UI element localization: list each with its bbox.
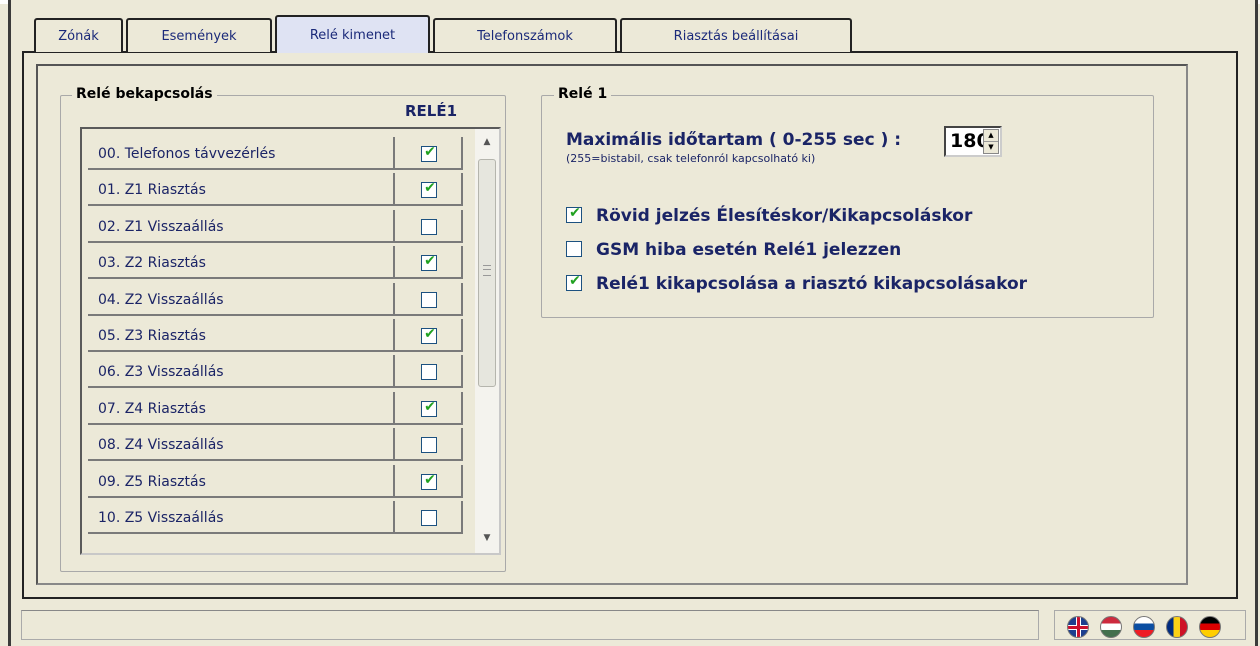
germany-flag-icon[interactable] — [1199, 616, 1221, 638]
relay1-checkbox[interactable]: ✔ — [421, 326, 437, 344]
relay1-cell: ✔ — [395, 319, 463, 352]
list-row: 10. Z5 Visszaállás — [88, 501, 463, 534]
romania-flag-icon[interactable] — [1166, 616, 1188, 638]
relay1-settings-group-title: Relé 1 — [554, 86, 612, 102]
list-row-label: 03. Z2 Riasztás — [88, 246, 395, 280]
checkbox[interactable]: ✔ — [566, 273, 582, 291]
relay1-cell: ✔ — [395, 246, 463, 280]
relay1-checkbox[interactable]: ✔ — [421, 253, 437, 272]
check-icon: ✔ — [424, 471, 436, 488]
relay1-checkbox[interactable] — [421, 510, 437, 526]
list-row-label: 05. Z3 Riasztás — [88, 319, 395, 352]
relay1-cell — [395, 282, 463, 316]
status-bar — [21, 610, 1039, 640]
relay1-cell — [395, 209, 463, 243]
list-row: 00. Telefonos távvezérlés ✔ — [88, 137, 463, 170]
relay-event-list: 00. Telefonos távvezérlés ✔ 01. Z1 Riasztá… — [80, 127, 501, 555]
max-duration-label: Maximális időtartam ( 0-255 sec ) : — [566, 130, 902, 150]
check-icon: ✔ — [424, 326, 436, 342]
tab-riasztas-beallitasai[interactable]: Riasztás beállításai — [620, 18, 852, 52]
relay1-checkbox[interactable] — [421, 218, 437, 235]
grip-icon — [483, 265, 491, 276]
relay1-cell — [395, 501, 463, 534]
list-row: 08. Z4 Visszaállás — [88, 428, 463, 462]
language-flags — [1054, 610, 1246, 640]
list-row-label: 10. Z5 Visszaállás — [88, 501, 395, 534]
check-icon: ✔ — [424, 253, 436, 270]
list-row-label: 06. Z3 Visszaállás — [88, 355, 395, 389]
relay-switch-group-title: Relé bekapcsolás — [72, 86, 217, 102]
list-row-label: 00. Telefonos távvezérlés — [88, 137, 395, 170]
list-scrollbar[interactable]: ▲ ▼ — [475, 129, 499, 553]
relay1-checkbox[interactable] — [421, 437, 437, 454]
check-icon: ✔ — [424, 398, 436, 415]
list-row: 05. Z3 Riasztás ✔ — [88, 319, 463, 352]
checkbox[interactable] — [566, 241, 582, 257]
relay1-cell — [395, 428, 463, 462]
relay1-checkbox[interactable]: ✔ — [421, 144, 437, 162]
list-row-label: 08. Z4 Visszaállás — [88, 428, 395, 462]
relay1-cell: ✔ — [395, 173, 463, 207]
max-duration-hint: (255=bistabil, csak telefonról kapcsolha… — [566, 152, 816, 165]
spinner-buttons: ▲ ▼ — [983, 129, 999, 154]
relay1-column-header: RELÉ1 — [405, 102, 458, 120]
tab-esemenyek[interactable]: Események — [126, 18, 272, 52]
option-label: GSM hiba esetén Relé1 jelezzen — [596, 240, 902, 260]
check-icon: ✔ — [569, 205, 581, 221]
tab-rele-kimenet[interactable]: Relé kimenet — [275, 15, 430, 53]
scroll-down-icon[interactable]: ▼ — [475, 527, 499, 549]
scroll-up-icon[interactable]: ▲ — [475, 131, 499, 153]
checkbox[interactable]: ✔ — [566, 205, 582, 223]
list-row-label: 07. Z4 Riasztás — [88, 391, 395, 425]
list-row: 01. Z1 Riasztás ✔ — [88, 173, 463, 207]
tab-zonak[interactable]: Zónák — [34, 18, 123, 52]
list-row-label: 09. Z5 Riasztás — [88, 464, 395, 498]
list-row: 07. Z4 Riasztás ✔ — [88, 391, 463, 425]
relay1-cell: ✔ — [395, 137, 463, 170]
relay1-checkbox[interactable]: ✔ — [421, 180, 437, 199]
uk-flag-icon[interactable] — [1067, 616, 1089, 638]
relay1-checkbox[interactable] — [421, 291, 437, 308]
spin-down-icon[interactable]: ▼ — [984, 142, 998, 153]
hungary-flag-icon[interactable] — [1100, 616, 1122, 638]
check-icon: ✔ — [569, 273, 581, 289]
max-duration-spinner[interactable]: 180 ▲ ▼ — [944, 126, 1002, 157]
tab-telefonszamok[interactable]: Telefonszámok — [433, 18, 617, 52]
relay1-checkbox[interactable]: ✔ — [421, 471, 437, 490]
list-row: 09. Z5 Riasztás ✔ — [88, 464, 463, 498]
spin-up-icon[interactable]: ▲ — [984, 130, 998, 142]
list-row: 03. Z2 Riasztás ✔ — [88, 246, 463, 280]
list-row-label: 02. Z1 Visszaállás — [88, 209, 395, 243]
relay1-cell: ✔ — [395, 464, 463, 498]
check-icon: ✔ — [424, 144, 436, 160]
option-label: Rövid jelzés Élesítéskor/Kikapcsoláskor — [596, 206, 973, 226]
relay1-cell: ✔ — [395, 391, 463, 425]
check-icon: ✔ — [424, 180, 436, 197]
list-row: 02. Z1 Visszaállás — [88, 209, 463, 243]
slovakia-flag-icon[interactable] — [1133, 616, 1155, 638]
relay1-checkbox[interactable] — [421, 364, 437, 381]
list-row: 06. Z3 Visszaállás — [88, 355, 463, 389]
relay1-checkbox[interactable]: ✔ — [421, 398, 437, 417]
relay1-cell — [395, 355, 463, 389]
list-row-label: 04. Z2 Visszaállás — [88, 282, 395, 316]
list-row-label: 01. Z1 Riasztás — [88, 173, 395, 207]
scroll-thumb[interactable] — [478, 159, 496, 387]
list-row: 04. Z2 Visszaállás — [88, 282, 463, 316]
option-label: Relé1 kikapcsolása a riasztó kikapcsolás… — [596, 274, 1028, 294]
